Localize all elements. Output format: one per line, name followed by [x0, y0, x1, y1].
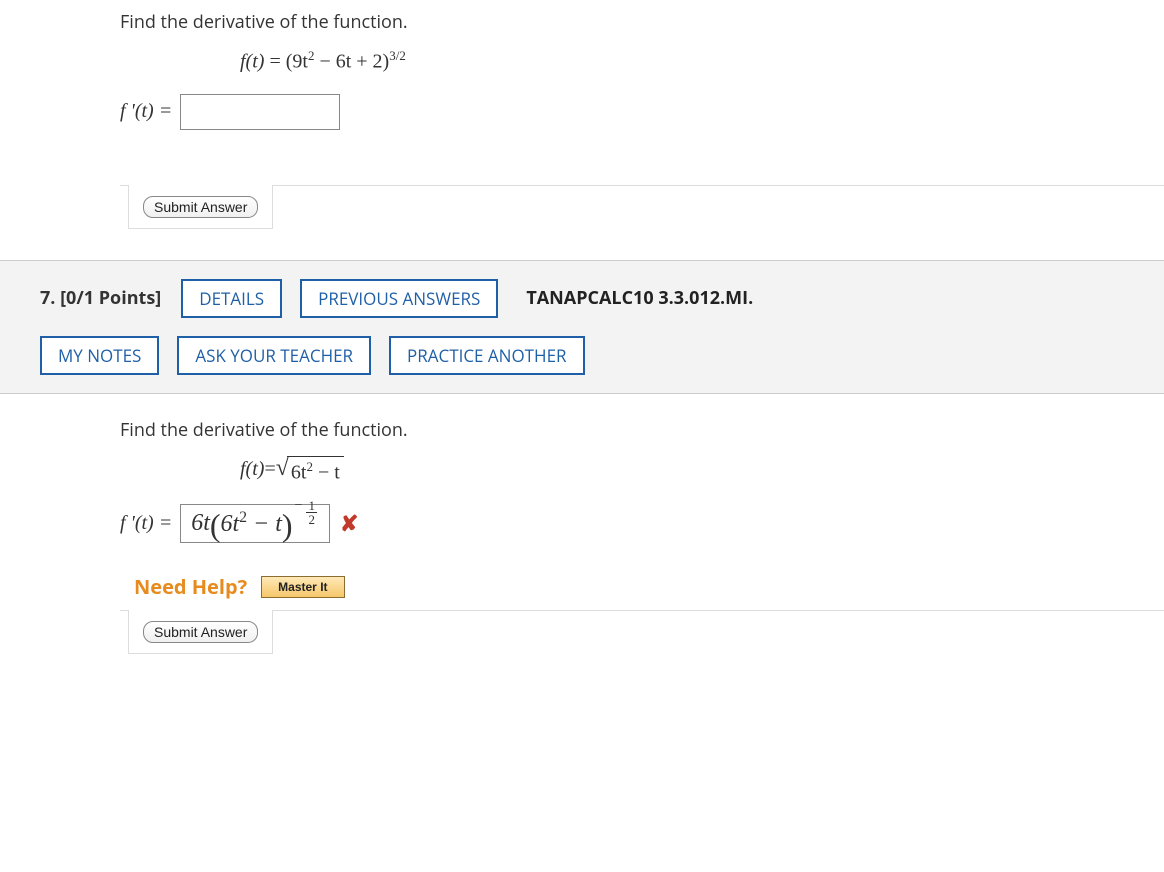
q6-answer-lhs: f '(t) = [120, 100, 172, 123]
q6-answer-input[interactable] [180, 94, 340, 130]
master-it-button[interactable]: Master It [261, 576, 344, 598]
q7-prompt: Find the derivative of the function. [120, 418, 1164, 442]
q7-submit-area: Submit Answer [120, 610, 1164, 655]
need-help-label: Need Help? [134, 573, 247, 600]
practice-another-button[interactable]: PRACTICE ANOTHER [389, 336, 584, 375]
q7-answer-box[interactable]: 6t ( 6t2 − t ) − 1 2 [180, 504, 330, 543]
q7-header: 7. [0/1 Points] DETAILS PREVIOUS ANSWERS… [0, 260, 1164, 394]
previous-answers-button[interactable]: PREVIOUS ANSWERS [300, 279, 498, 318]
q7-number-points: 7. [0/1 Points] [40, 286, 161, 310]
q6-equation: f(t) = (9t2 − 6t + 2)3/2 [240, 48, 1164, 74]
q6-submit-area: Submit Answer [120, 185, 1164, 230]
q7-reference: TANAPCALC10 3.3.012.MI. [526, 286, 753, 310]
details-button[interactable]: DETAILS [181, 279, 282, 318]
q7-answer-lhs: f '(t) = [120, 512, 172, 535]
my-notes-button[interactable]: MY NOTES [40, 336, 159, 375]
q6-submit-button[interactable]: Submit Answer [143, 196, 258, 218]
q7-submit-button[interactable]: Submit Answer [143, 621, 258, 643]
q6-prompt: Find the derivative of the function. [120, 10, 1164, 34]
incorrect-icon: ✘ [340, 511, 358, 537]
q7-equation: f(t) = √ 6t2 − t [240, 456, 1164, 485]
ask-your-teacher-button[interactable]: ASK YOUR TEACHER [177, 336, 371, 375]
